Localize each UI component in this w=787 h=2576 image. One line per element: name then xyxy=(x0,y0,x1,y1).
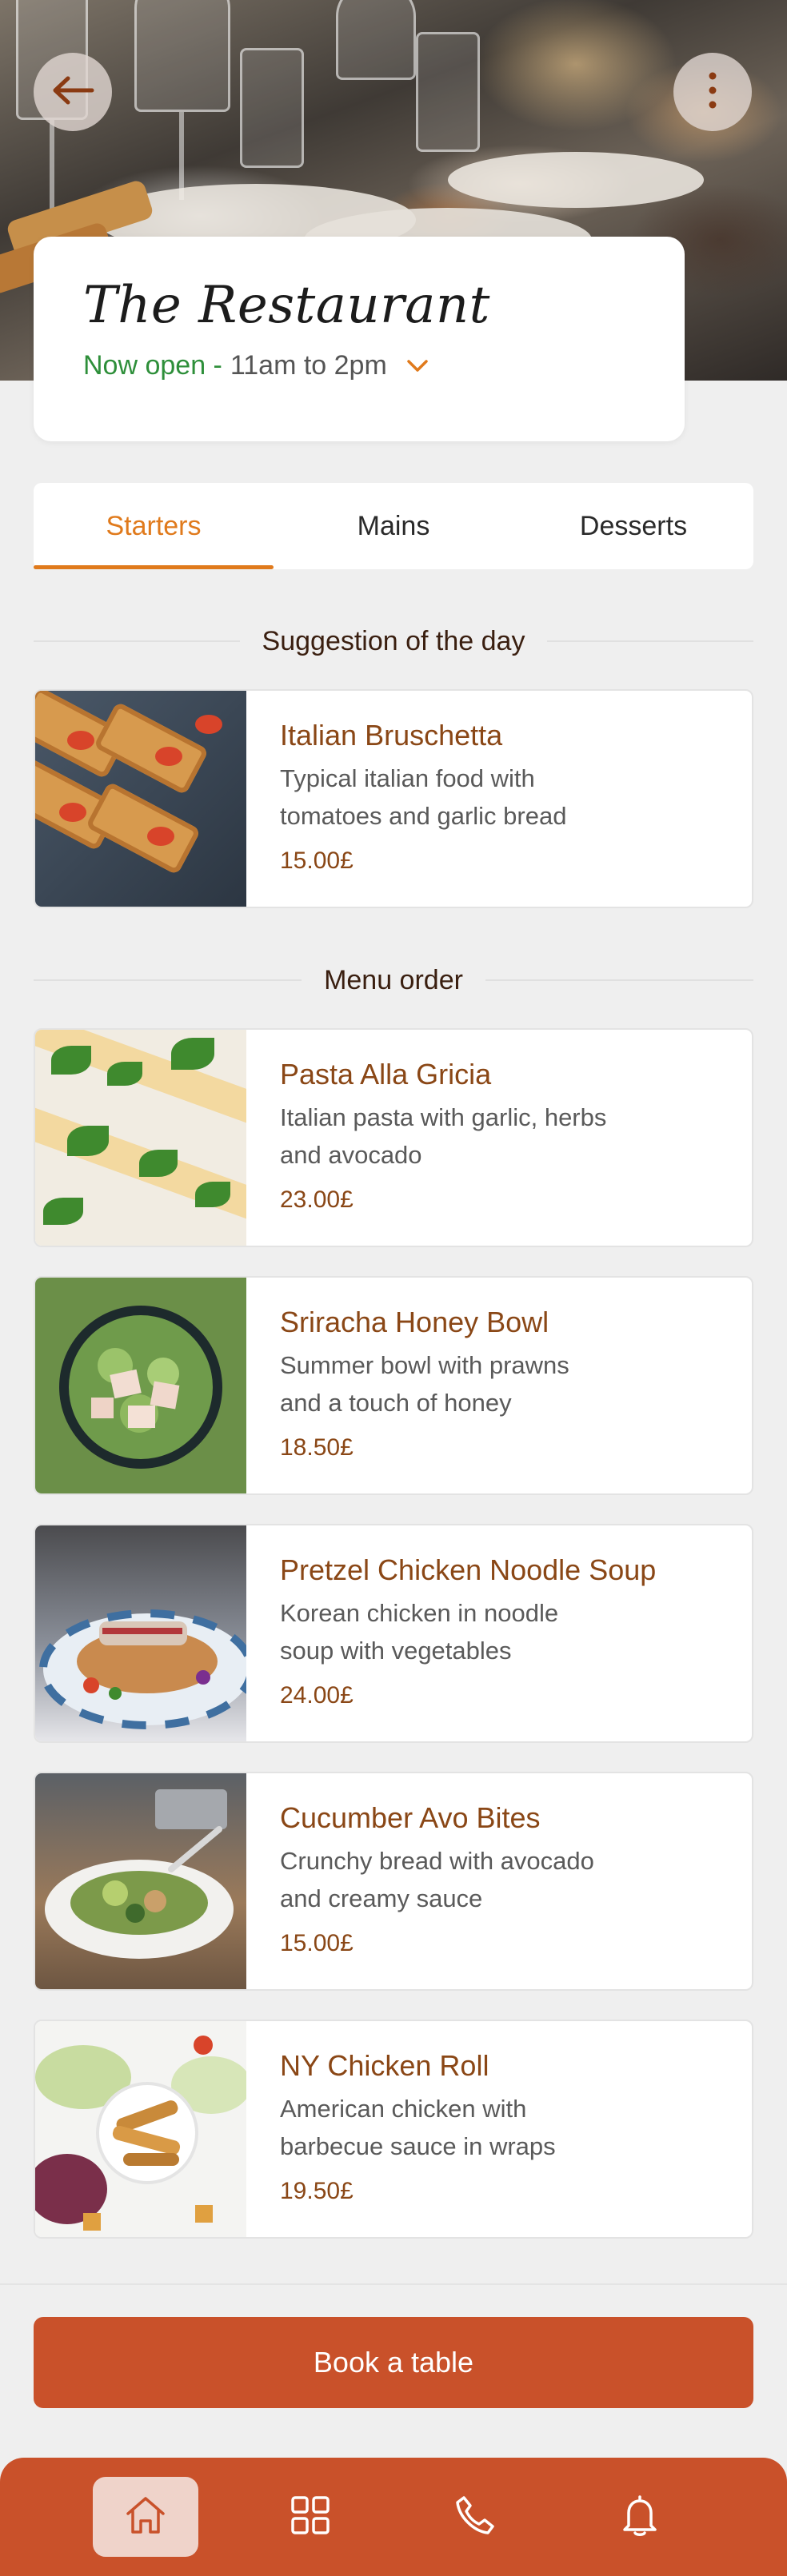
phone-icon xyxy=(454,2494,496,2540)
item-name: Pasta Alla Gricia xyxy=(280,1058,492,1091)
book-table-button[interactable]: Book a table xyxy=(34,2317,753,2408)
nav-home[interactable] xyxy=(93,2477,198,2557)
item-name: Cucumber Avo Bites xyxy=(280,1801,541,1834)
tab-desserts[interactable]: Desserts xyxy=(513,483,753,569)
menu-item-card[interactable]: Sriracha Honey Bowl Summer bowl with pra… xyxy=(34,1276,753,1495)
bell-icon xyxy=(621,2494,659,2541)
item-name: Italian Bruschetta xyxy=(280,719,503,752)
menu-item-card[interactable]: Cucumber Avo Bites Crunchy bread with av… xyxy=(34,1772,753,1991)
more-options-button[interactable] xyxy=(673,53,752,131)
grid-icon xyxy=(290,2495,330,2539)
cucumber-avo-bites-photo xyxy=(35,1773,246,1989)
back-button[interactable] xyxy=(34,53,112,131)
item-description: Typical italian food with tomatoes and g… xyxy=(280,764,567,830)
arrow-left-icon xyxy=(50,74,95,110)
menu-order-heading: Menu order xyxy=(34,964,753,996)
divider xyxy=(547,640,754,642)
divider xyxy=(0,2283,787,2285)
item-name: NY Chicken Roll xyxy=(280,2049,489,2082)
sriracha-honey-bowl-photo xyxy=(35,1278,246,1493)
item-price: 24.00£ xyxy=(280,1682,354,1709)
open-status: Now open - xyxy=(83,350,222,381)
nav-notifications[interactable] xyxy=(587,2477,693,2557)
suggestion-heading-label: Suggestion of the day xyxy=(262,625,525,656)
item-description: Korean chicken in noodle soup with veget… xyxy=(280,1599,559,1665)
home-icon xyxy=(124,2494,167,2540)
menu-item-card[interactable]: NY Chicken Roll American chicken with ba… xyxy=(34,2020,753,2239)
menu-tabs: Starters Mains Desserts xyxy=(34,483,753,569)
nav-call[interactable] xyxy=(422,2477,528,2557)
menu-order-heading-label: Menu order xyxy=(324,964,463,995)
pretzel-chicken-noodle-soup-photo xyxy=(35,1525,246,1741)
tab-starters[interactable]: Starters xyxy=(34,483,274,569)
item-description: American chicken with barbecue sauce in … xyxy=(280,2095,556,2160)
item-description: Summer bowl with prawns and a touch of h… xyxy=(280,1351,569,1417)
opening-hours: 11am to 2pm xyxy=(230,350,387,381)
menu-item-card[interactable]: Pretzel Chicken Noodle Soup Korean chick… xyxy=(34,1524,753,1743)
divider xyxy=(485,979,753,981)
item-description: Crunchy bread with avocado and creamy sa… xyxy=(280,1847,594,1912)
item-name: Pretzel Chicken Noodle Soup xyxy=(280,1553,657,1586)
restaurant-info-card: The Restaurant Now open - 11am to 2pm xyxy=(34,237,685,441)
opening-hours-toggle[interactable]: Now open - 11am to 2pm xyxy=(83,350,635,381)
item-price: 23.00£ xyxy=(280,1186,354,1213)
item-price: 15.00£ xyxy=(280,847,354,874)
divider xyxy=(34,640,240,642)
item-price: 19.50£ xyxy=(280,2178,354,2204)
item-description: Italian pasta with garlic, herbs and avo… xyxy=(280,1103,607,1169)
item-name: Sriracha Honey Bowl xyxy=(280,1306,549,1338)
tab-mains[interactable]: Mains xyxy=(274,483,513,569)
nav-menu[interactable] xyxy=(258,2477,363,2557)
chevron-down-icon xyxy=(406,359,429,373)
more-vertical-icon xyxy=(708,71,717,114)
restaurant-name: The Restaurant xyxy=(83,276,490,335)
pasta-alla-gricia-photo xyxy=(35,1030,246,1246)
bottom-navigation xyxy=(0,2458,787,2576)
suggestion-card[interactable]: Italian Bruschetta Typical italian food … xyxy=(34,689,753,908)
item-price: 18.50£ xyxy=(280,1434,354,1461)
item-price: 15.00£ xyxy=(280,1930,354,1956)
italian-bruschetta-photo xyxy=(35,691,246,907)
menu-item-card[interactable]: Pasta Alla Gricia Italian pasta with gar… xyxy=(34,1028,753,1247)
ny-chicken-roll-photo xyxy=(35,2021,246,2237)
suggestion-heading: Suggestion of the day xyxy=(34,625,754,657)
divider xyxy=(34,979,302,981)
